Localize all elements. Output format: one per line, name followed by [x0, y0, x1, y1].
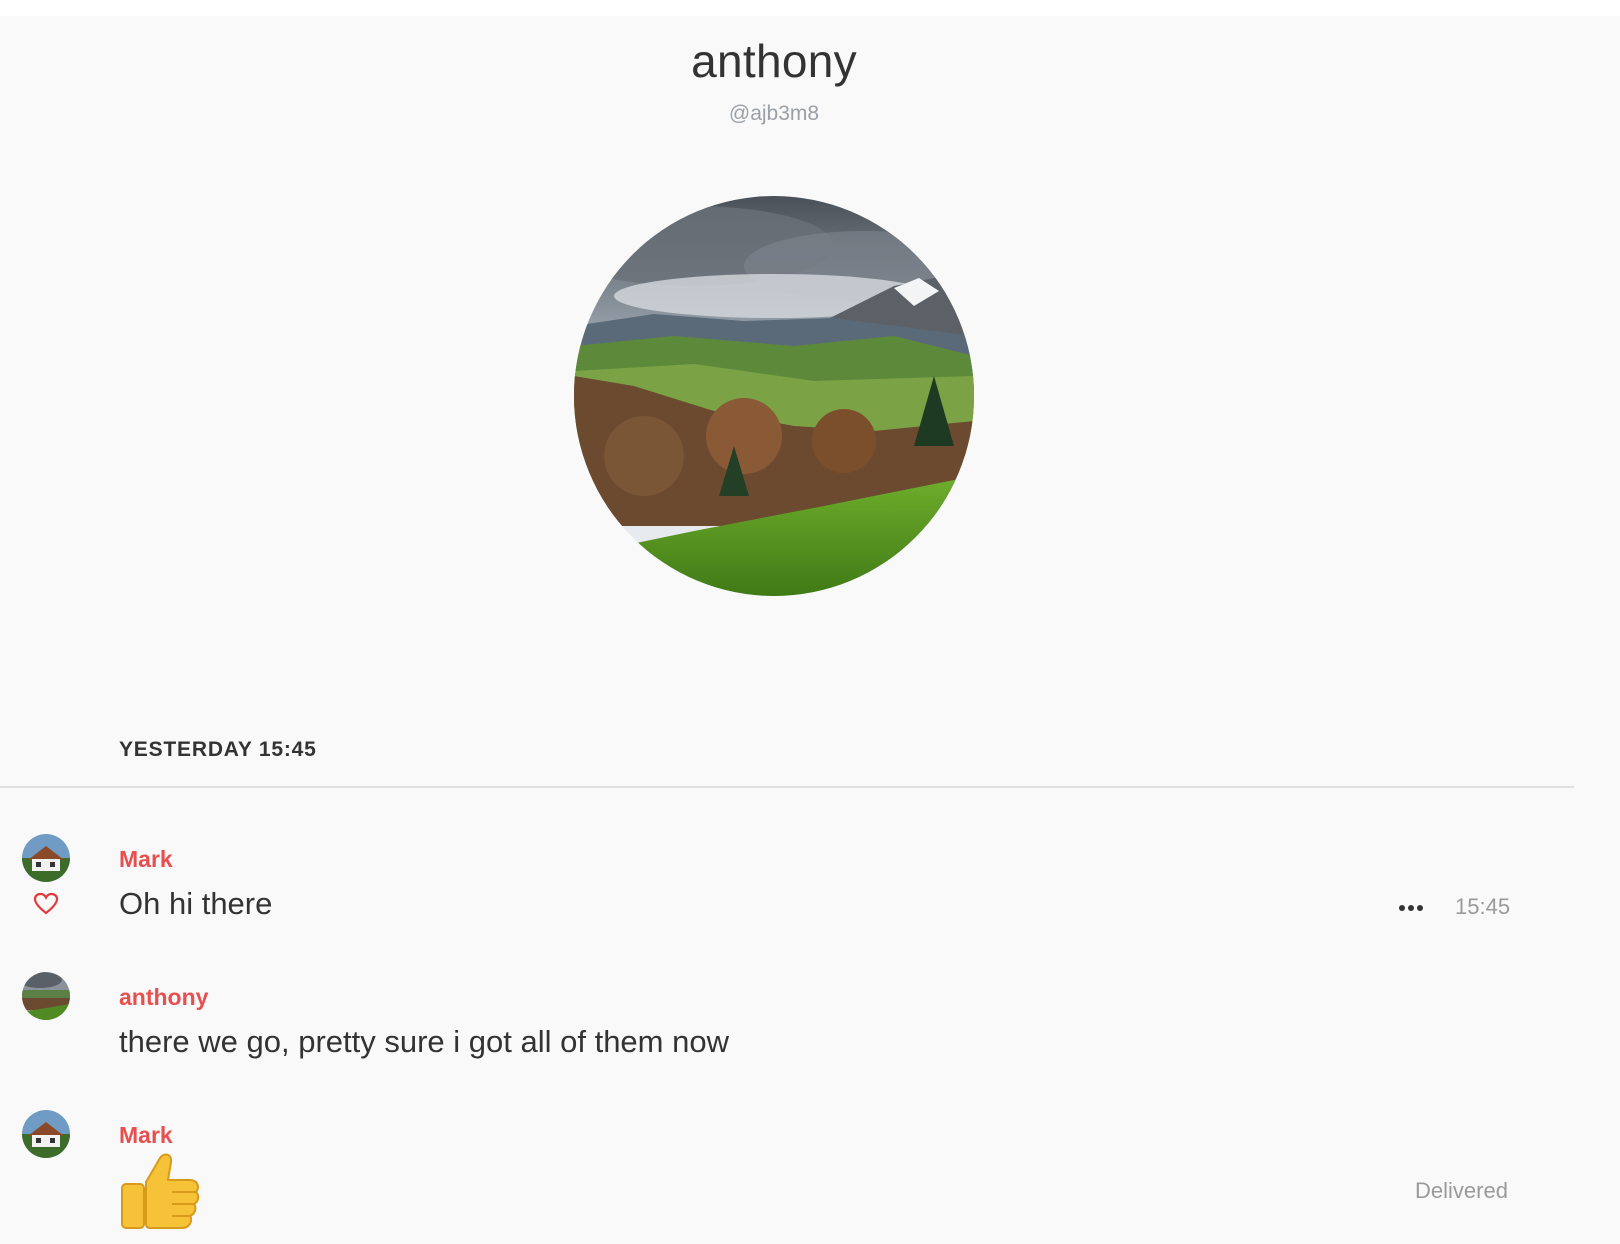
- landscape-avatar-image: [22, 972, 70, 1020]
- message-time: 15:45: [1455, 894, 1511, 919]
- more-options-icon[interactable]: [1398, 904, 1424, 912]
- house-avatar-image: [22, 1110, 70, 1158]
- message-text: Oh hi there: [119, 886, 273, 921]
- message-author[interactable]: anthony: [119, 984, 208, 1011]
- landscape-photo: [574, 196, 974, 596]
- message-author[interactable]: Mark: [119, 1122, 173, 1149]
- avatar[interactable]: [22, 834, 70, 882]
- chat-page: anthony @ajb3m8 YESTERDAY 15:45 Mark Oh …: [0, 16, 1620, 1244]
- profile-name: anthony: [691, 35, 857, 87]
- message-author[interactable]: Mark: [119, 846, 173, 873]
- avatar[interactable]: [22, 972, 70, 1020]
- day-header: YESTERDAY 15:45: [119, 738, 317, 761]
- delivery-status: Delivered: [1415, 1178, 1508, 1203]
- message-text: there we go, pretty sure i got all of th…: [119, 1024, 729, 1059]
- avatar[interactable]: [22, 1110, 70, 1158]
- divider: [0, 786, 1574, 788]
- thumbs-up-emoji: [121, 1153, 200, 1229]
- profile-handle: @ajb3m8: [728, 102, 820, 125]
- profile-photo[interactable]: [574, 196, 974, 596]
- heart-icon[interactable]: [33, 892, 59, 916]
- house-avatar-image: [22, 834, 70, 882]
